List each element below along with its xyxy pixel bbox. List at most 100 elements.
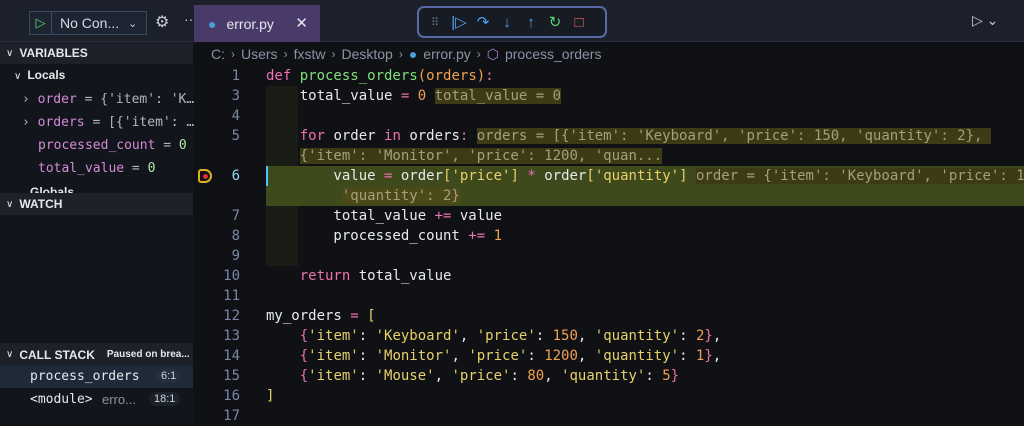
code-token: , xyxy=(712,328,722,344)
continue-icon[interactable]: |▷ xyxy=(451,13,467,31)
frame-position: 6:1 xyxy=(156,369,182,383)
code-line[interactable]: 9 xyxy=(194,246,1024,266)
chevron-right-icon: › xyxy=(22,115,38,130)
globals-scope[interactable]: Globals xyxy=(14,185,74,193)
code-token: , xyxy=(577,328,595,344)
breadcrumb-item[interactable]: C: xyxy=(211,46,225,62)
code-line[interactable]: 'quantity': 2} xyxy=(194,186,1024,206)
locals-scope[interactable]: ∨ Locals xyxy=(14,68,65,82)
code-token: : xyxy=(358,328,376,344)
breadcrumb-item[interactable]: fxstw xyxy=(294,46,326,62)
debug-sidebar: ∨ VARIABLES ∨ Locals › order = {'item': 'K… xyxy=(0,42,194,424)
code-text: {'item': 'Keyboard', 'price': 150, 'quan… xyxy=(266,326,722,346)
inline-value: total_value = 0 xyxy=(434,88,562,104)
drag-handle-icon[interactable]: ⠿ xyxy=(427,16,443,29)
code-token: 150 xyxy=(552,328,578,344)
code-token: } xyxy=(704,348,713,364)
breadcrumb-item[interactable]: error.py xyxy=(423,46,470,62)
code-token: 'quantity' xyxy=(594,168,680,184)
code-text: for order in orders: orders = [{'item': … xyxy=(266,126,991,146)
line-number: 10 xyxy=(223,268,240,284)
code-token: 'quantity' xyxy=(561,368,646,384)
start-debugging-button[interactable]: ▷ xyxy=(30,12,52,34)
code-line[interactable]: 16] xyxy=(194,386,1024,406)
line-number: 4 xyxy=(231,108,240,124)
code-token: 'price' xyxy=(468,348,528,364)
chevron-down-icon: ∨ xyxy=(6,47,14,59)
variable-orders[interactable]: › orders = [{'item': … xyxy=(22,115,194,130)
close-icon[interactable]: ✕ xyxy=(295,14,308,32)
step-into-icon[interactable]: ↓ xyxy=(499,14,515,31)
breadcrumb: C: › Users › fxstw › Desktop › ● error.py › ⬡ p… xyxy=(194,42,1024,66)
code-token: += xyxy=(468,228,494,244)
code-line[interactable]: {'item': 'Monitor', 'price': 1200, 'quan… xyxy=(194,146,1024,166)
variable-processed-count[interactable]: processed_count = 0 xyxy=(38,138,187,153)
breadcrumb-item[interactable]: process_orders xyxy=(505,46,602,62)
step-over-icon[interactable]: ↷ xyxy=(475,13,491,31)
var-value: [{'item': … xyxy=(108,115,195,130)
run-config-select[interactable]: ▷ No Con... ⌄ xyxy=(29,11,147,35)
code-editor[interactable]: 1 def process_orders(orders): 3 total_valu… xyxy=(194,66,1024,424)
run-config-label: No Con... xyxy=(60,15,120,31)
code-token: 'item' xyxy=(308,368,359,384)
watch-header[interactable]: ∨ WATCH xyxy=(0,193,193,215)
code-token: : xyxy=(510,368,528,384)
code-token: orders xyxy=(409,128,460,144)
code-text: my_orders = [ xyxy=(266,306,376,326)
code-line[interactable]: 5 for order in orders: orders = [{'item'… xyxy=(194,126,1024,146)
code-token: : xyxy=(527,348,545,364)
code-token: ( xyxy=(417,68,427,84)
gear-icon[interactable]: ⚙ xyxy=(155,12,169,32)
var-value: {'item': 'K… xyxy=(100,92,195,107)
code-line[interactable]: 1 def process_orders(orders): xyxy=(194,66,1024,86)
code-token: : xyxy=(358,348,376,364)
line-number: 13 xyxy=(223,328,240,344)
code-token: = xyxy=(350,308,368,324)
chevron-down-icon[interactable]: ⌄ xyxy=(128,17,146,30)
code-line[interactable]: 10 return total_value xyxy=(194,266,1024,286)
code-token: processed_count xyxy=(266,228,469,244)
code-line[interactable]: 8 processed_count += 1 xyxy=(194,226,1024,246)
breadcrumb-item[interactable]: Users xyxy=(241,46,278,62)
code-token: 'item' xyxy=(308,328,359,344)
code-text: {'item': 'Mouse', 'price': 80, 'quantity… xyxy=(266,366,679,386)
code-token: ] xyxy=(679,168,688,184)
code-line[interactable]: 17 xyxy=(194,406,1024,426)
variable-total-value[interactable]: total_value = 0 xyxy=(38,161,155,176)
inline-value: 'quantity': 2} xyxy=(341,188,460,204)
code-text: {'item': 'Monitor', 'price': 1200, 'quan… xyxy=(266,346,722,366)
stack-frame[interactable]: <module> erro... 18:1 xyxy=(0,389,193,411)
code-line[interactable]: 7 total_value += value xyxy=(194,206,1024,226)
code-token: { xyxy=(299,328,309,344)
step-out-icon[interactable]: ↑ xyxy=(523,14,539,31)
stop-icon[interactable]: □ xyxy=(571,14,587,31)
code-token: for xyxy=(299,128,334,144)
breadcrumb-item[interactable]: Desktop xyxy=(341,46,392,62)
tab-error-py[interactable]: ● error.py ✕ xyxy=(194,5,320,42)
variable-order[interactable]: › order = {'item': 'K… xyxy=(22,92,194,107)
callstack-header[interactable]: ∨ CALL STACK Paused on brea... xyxy=(0,343,193,366)
frame-file: erro... xyxy=(102,392,136,407)
run-menu-icon[interactable]: ▷ ⌄ xyxy=(972,12,998,29)
code-line[interactable]: 13 {'item': 'Keyboard', 'price': 150, 'q… xyxy=(194,326,1024,346)
code-token: total_value xyxy=(358,268,452,284)
code-line[interactable]: 6 value = order['price'] * order['quanti… xyxy=(194,166,1024,186)
indent-guide xyxy=(266,106,298,126)
code-token: 0 xyxy=(417,88,427,104)
code-token: , xyxy=(459,328,477,344)
code-token: 'price' xyxy=(451,168,511,184)
code-token: { xyxy=(299,368,309,384)
code-line[interactable]: 15 {'item': 'Mouse', 'price': 80, 'quant… xyxy=(194,366,1024,386)
code-line[interactable]: 11 xyxy=(194,286,1024,306)
code-token: order xyxy=(333,128,385,144)
code-line[interactable]: 3 total_value = 0 total_value = 0 xyxy=(194,86,1024,106)
restart-icon[interactable]: ↻ xyxy=(547,13,563,31)
variables-header[interactable]: ∨ VARIABLES xyxy=(0,42,193,64)
code-line[interactable]: 14 {'item': 'Monitor', 'price': 1200, 'q… xyxy=(194,346,1024,366)
stack-frame-selected[interactable]: process_orders 6:1 xyxy=(0,366,193,388)
code-line[interactable]: 4 xyxy=(194,106,1024,126)
code-line[interactable]: 12 my_orders = [ xyxy=(194,306,1024,326)
code-token: += xyxy=(434,208,460,224)
